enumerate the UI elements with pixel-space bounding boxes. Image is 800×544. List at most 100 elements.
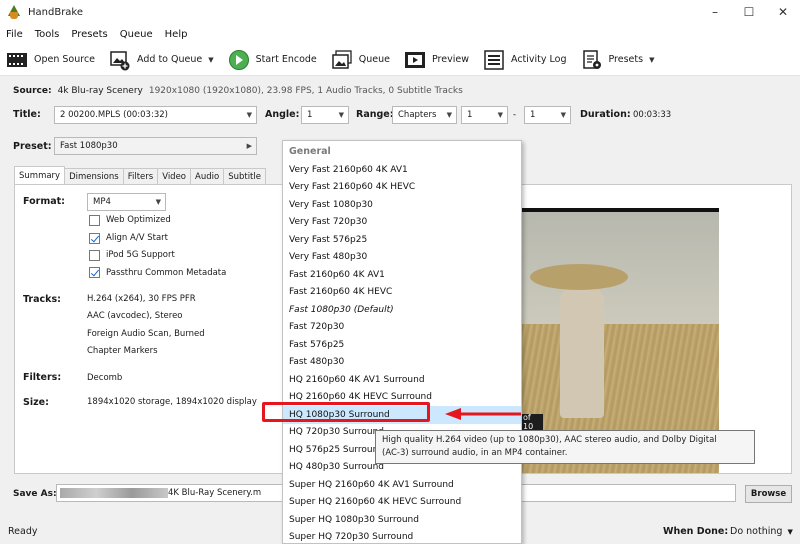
start-encode-button[interactable]: Start Encode (228, 49, 317, 71)
window-title: HandBrake (28, 6, 84, 18)
add-to-queue-label: Add to Queue (137, 54, 203, 65)
preset-select[interactable]: Fast 1080p30 ▶ (54, 137, 257, 155)
activity-log-button[interactable]: Activity Log (483, 49, 567, 71)
preset-item[interactable]: Fast 480p30 (283, 354, 521, 372)
format-select[interactable]: MP4 ▼ (87, 193, 166, 211)
tab-subtitles[interactable]: Subtitle (223, 168, 266, 185)
passthru-metadata-label: Passthru Common Metadata (106, 268, 227, 278)
queue-icon (331, 49, 353, 71)
preset-item[interactable]: Super HQ 2160p60 4K AV1 Surround (283, 476, 521, 494)
menu-bar: File Tools Presets Queue Help (0, 24, 800, 44)
preset-item[interactable]: Very Fast 720p30 (283, 214, 521, 232)
add-to-queue-button[interactable]: Add to Queue ▼ (109, 49, 214, 71)
source-details: 1920x1080 (1920x1080), 23.98 FPS, 1 Audi… (148, 86, 463, 96)
preset-item-default[interactable]: Fast 1080p30 (Default) (283, 301, 521, 319)
web-optimized-checkbox[interactable] (89, 215, 100, 226)
chevron-down-icon: ▼ (246, 111, 252, 119)
annotation-arrow-icon (445, 408, 521, 420)
range-end-select[interactable]: 1 ▼ (524, 106, 571, 124)
tab-filters[interactable]: Filters (122, 168, 159, 185)
tab-video[interactable]: Video (157, 168, 192, 185)
preset-item[interactable]: Super HQ 720p30 Surround (283, 529, 521, 544)
menu-file[interactable]: File (6, 29, 23, 40)
chevron-down-icon: ▼ (338, 111, 344, 119)
angle-select[interactable]: 1 ▼ (301, 106, 349, 124)
preset-item[interactable]: Super HQ 1080p30 Surround (283, 511, 521, 529)
preset-item[interactable]: Fast 576p25 (283, 336, 521, 354)
range-separator: - (513, 110, 517, 120)
open-source-button[interactable]: Open Source (6, 49, 95, 71)
ipod-5g-support-checkbox[interactable] (89, 250, 100, 261)
preset-item[interactable]: Very Fast 576p25 (283, 231, 521, 249)
align-av-start-checkbox[interactable] (89, 233, 100, 244)
filters-label: Filters: (23, 372, 62, 383)
menu-tools[interactable]: Tools (35, 29, 60, 40)
track-subtitle: Foreign Audio Scan, Burned (87, 329, 205, 339)
chevron-down-icon: ▼ (208, 55, 214, 64)
filters-value: Decomb (87, 373, 123, 383)
preset-item[interactable]: Very Fast 480p30 (283, 249, 521, 267)
title-select-value: 2 00200.MPLS (00:03:32) (60, 110, 168, 120)
preset-group-general: General (289, 145, 331, 157)
preset-item[interactable]: Fast 720p30 (283, 319, 521, 337)
size-label: Size: (23, 397, 49, 408)
align-av-start-label: Align A/V Start (106, 233, 168, 243)
source-name: 4k Blu-ray Scenery (57, 86, 143, 96)
range-start-value: 1 (467, 110, 473, 120)
maximize-button[interactable]: ☐ (732, 0, 766, 24)
chevron-right-icon: ▶ (246, 142, 252, 150)
title-label: Title: (13, 109, 41, 120)
redacted-path (60, 488, 168, 498)
handbrake-app-icon (7, 5, 21, 19)
range-end-value: 1 (530, 110, 536, 120)
minimize-button[interactable]: – (698, 0, 732, 24)
presets-label: Presets (608, 54, 644, 65)
tab-summary[interactable]: Summary (14, 166, 66, 185)
preset-tooltip: High quality H.264 video (up to 1080p30)… (375, 430, 755, 464)
web-optimized-label: Web Optimized (106, 215, 171, 225)
angle-label: Angle: (265, 109, 300, 120)
close-button[interactable]: ✕ (766, 0, 800, 24)
menu-queue[interactable]: Queue (120, 29, 153, 40)
track-audio: AAC (avcodec), Stereo (87, 311, 183, 321)
add-image-icon (109, 49, 131, 71)
track-video: H.264 (x264), 30 FPS PFR (87, 294, 196, 304)
preset-item[interactable]: Very Fast 1080p30 (283, 196, 521, 214)
browse-button[interactable]: Browse (745, 485, 792, 503)
size-value: 1894x1020 storage, 1894x1020 display (87, 397, 257, 407)
angle-select-value: 1 (307, 110, 313, 120)
status-text: Ready (8, 526, 38, 537)
preset-item[interactable]: Fast 2160p60 4K HEVC (283, 284, 521, 302)
open-source-label: Open Source (34, 54, 96, 65)
when-done-select[interactable]: Do nothing ▼ (730, 526, 793, 537)
range-mode-select[interactable]: Chapters ▼ (392, 106, 457, 124)
preset-select-value: Fast 1080p30 (60, 141, 118, 151)
chevron-down-icon: ▼ (497, 111, 503, 119)
queue-button[interactable]: Queue (331, 49, 390, 71)
range-start-select[interactable]: 1 ▼ (461, 106, 508, 124)
menu-presets[interactable]: Presets (71, 29, 107, 40)
tooltip-line-1: High quality H.264 video (up to 1080p30)… (382, 435, 717, 445)
presets-button[interactable]: Presets ▼ (581, 49, 654, 71)
preset-item[interactable]: Super HQ 2160p60 4K HEVC Surround (283, 494, 521, 512)
passthru-metadata-checkbox[interactable] (89, 267, 100, 278)
preset-item[interactable]: Fast 2160p60 4K AV1 (283, 266, 521, 284)
preset-item[interactable]: HQ 2160p60 4K AV1 Surround (283, 371, 521, 389)
preset-item[interactable]: Very Fast 2160p60 4K HEVC (283, 179, 521, 197)
title-bar: HandBrake – ☐ ✕ (0, 0, 800, 24)
menu-help[interactable]: Help (165, 29, 188, 40)
preview-film-icon (404, 49, 426, 71)
tab-dimensions[interactable]: Dimensions (64, 168, 124, 185)
activity-log-label: Activity Log (510, 54, 567, 65)
preview-button[interactable]: Preview (404, 49, 469, 71)
source-info: Source: 4k Blu-ray Scenery 1920x1080 (1920… (13, 86, 463, 96)
track-chapters: Chapter Markers (87, 346, 158, 356)
preview-label: Preview (432, 54, 469, 65)
queue-label: Queue (358, 54, 390, 65)
tab-audio[interactable]: Audio (190, 168, 225, 185)
straw-hat (530, 264, 628, 290)
chevron-down-icon: ▼ (446, 111, 452, 119)
title-select[interactable]: 2 00200.MPLS (00:03:32) ▼ (54, 106, 257, 124)
preset-item[interactable]: Very Fast 2160p60 4K AV1 (283, 161, 521, 179)
when-done-value: Do nothing (730, 526, 783, 537)
